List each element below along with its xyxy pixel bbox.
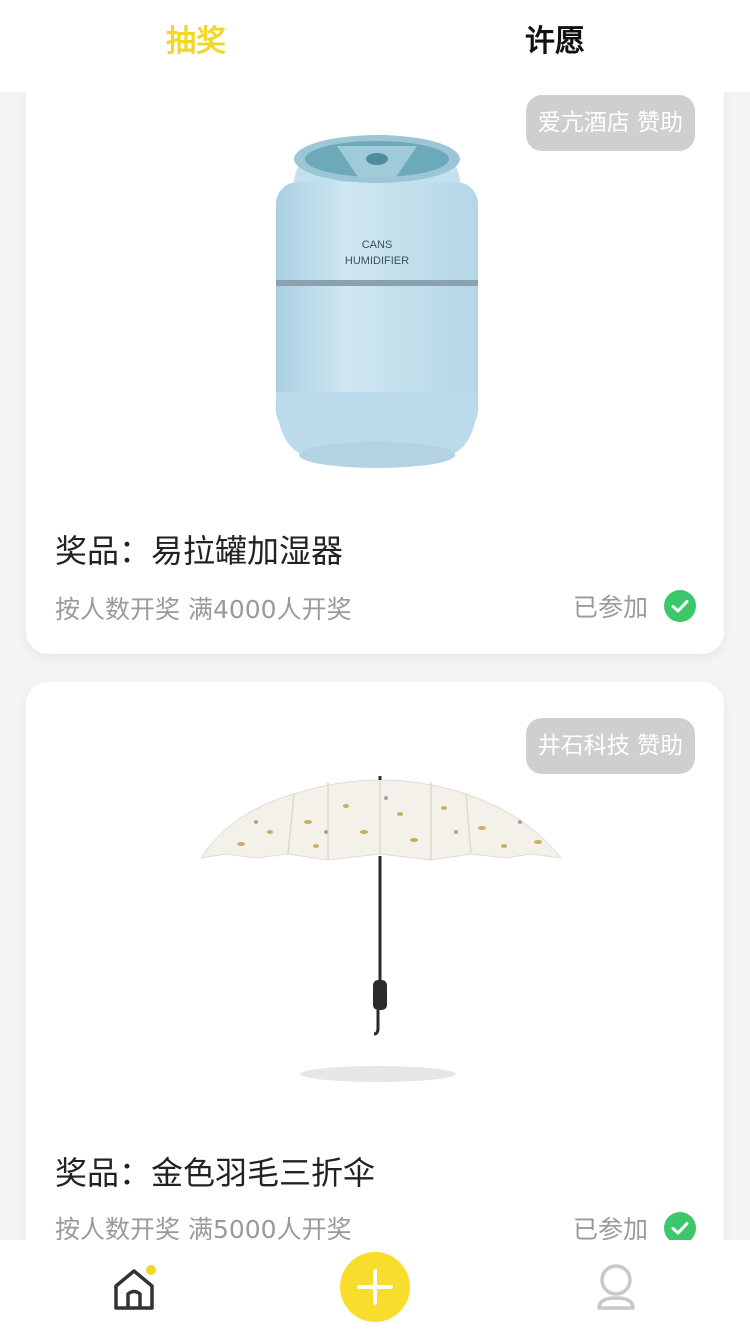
tab-wish[interactable]: 许愿: [525, 22, 585, 62]
prize-draw-rule: 按人数开奖 满4000人开奖: [55, 595, 352, 624]
prize-title: 奖品：金色羽毛三折伞: [55, 1154, 376, 1192]
image-product-text: HUMIDIFIER: [345, 255, 409, 267]
notification-dot: [146, 1265, 156, 1275]
joined-status: 已参加: [573, 1210, 696, 1240]
prize-card[interactable]: 井石科技 赞助 奖品：金色羽毛三折伞 按人数开奖 满5000人开奖 已参加: [26, 682, 724, 1240]
prize-title: 奖品：易拉罐加湿器: [55, 532, 344, 570]
joined-status: 已参加: [573, 588, 696, 624]
plus-icon: [357, 1269, 393, 1305]
check-circle-icon: [664, 590, 696, 622]
image-brand-text: CANS: [362, 239, 393, 251]
tab-lottery[interactable]: 抽奖: [166, 22, 226, 62]
prize-draw-rule: 按人数开奖 满5000人开奖: [55, 1215, 352, 1240]
check-circle-icon: [664, 1212, 696, 1240]
sponsor-badge: 井石科技 赞助: [525, 718, 695, 774]
top-tab-bar: 抽奖 许愿: [0, 0, 750, 92]
prize-image-humidifier: CANS HUMIDIFIER: [276, 135, 478, 468]
prize-feed[interactable]: CANS HUMIDIFIER 爱亢酒店 赞助 奖品：易拉罐加湿器 按人数开奖 …: [0, 92, 750, 1240]
sponsor-badge: 爱亢酒店 赞助: [525, 95, 695, 151]
user-icon[interactable]: [594, 1262, 638, 1312]
bottom-nav-bar: [0, 1240, 750, 1334]
joined-label: 已参加: [572, 593, 648, 622]
add-button[interactable]: [340, 1252, 410, 1322]
prize-card[interactable]: CANS HUMIDIFIER 爱亢酒店 赞助 奖品：易拉罐加湿器 按人数开奖 …: [26, 92, 724, 654]
joined-label: 已参加: [572, 1215, 648, 1240]
